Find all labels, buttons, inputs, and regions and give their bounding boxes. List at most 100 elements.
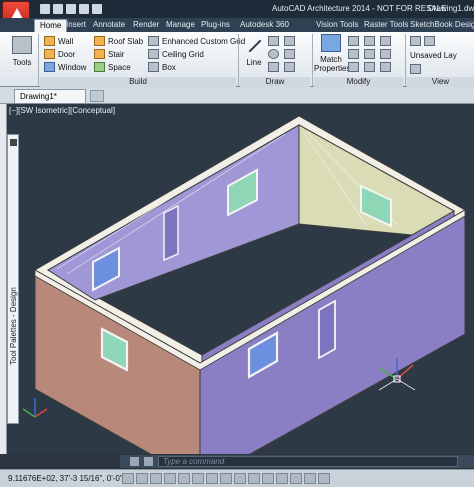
- quick-properties-icon[interactable]: [290, 473, 302, 484]
- gradient-button[interactable]: [284, 62, 295, 72]
- command-input[interactable]: Type a command: [158, 456, 458, 467]
- draw-panel-label: Draw: [240, 77, 310, 87]
- close-command-icon[interactable]: [130, 457, 139, 466]
- selection-cycling-icon[interactable]: [304, 473, 316, 484]
- status-bar: 9.11676E+02, 37'-3 15/16", 0'-0": [0, 469, 474, 487]
- annotation-monitor-icon[interactable]: [318, 473, 330, 484]
- scale-button[interactable]: [364, 62, 375, 72]
- mirror-button[interactable]: [364, 49, 375, 59]
- tab-autodesk-360[interactable]: Autodesk 360: [240, 20, 289, 29]
- undo-icon[interactable]: [79, 4, 89, 14]
- door-button[interactable]: Door: [44, 49, 75, 59]
- enhanced-custom-grid-button[interactable]: Enhanced Custom Grid: [148, 36, 245, 46]
- door-icon: [44, 49, 55, 59]
- fillet-button[interactable]: [380, 49, 391, 59]
- stretch-button[interactable]: [348, 62, 359, 72]
- otrack-icon[interactable]: [220, 473, 232, 484]
- status-toggle-group: [122, 473, 332, 486]
- redo-icon[interactable]: [92, 4, 102, 14]
- ceiling-grid-button[interactable]: Ceiling Grid: [148, 49, 204, 59]
- dynamic-input-icon[interactable]: [248, 473, 260, 484]
- array-button[interactable]: [380, 62, 391, 72]
- ducs-icon[interactable]: [234, 473, 246, 484]
- document-tab-drawing1[interactable]: Drawing1*: [14, 89, 86, 103]
- rotate-icon: [364, 36, 375, 46]
- window-button[interactable]: Window: [44, 62, 86, 72]
- copy-button[interactable]: [348, 49, 359, 59]
- roof-slab-button[interactable]: Roof Slab: [94, 36, 143, 46]
- tool-palette-title: Tool Palettes - Design: [9, 287, 18, 365]
- box-button[interactable]: Box: [148, 62, 176, 72]
- view-extra-button[interactable]: [410, 64, 421, 74]
- front-door-frame: [318, 299, 336, 360]
- tab-manage[interactable]: Manage: [166, 20, 195, 29]
- line-label: Line: [246, 58, 262, 67]
- ceiling-grid-icon: [148, 49, 159, 59]
- grid-display-icon[interactable]: [150, 473, 162, 484]
- hatch-icon: [284, 49, 295, 59]
- infer-constraints-icon[interactable]: [122, 473, 134, 484]
- layer-state-dropdown[interactable]: Unsaved Lay: [410, 51, 457, 60]
- space-button[interactable]: Space: [94, 62, 131, 72]
- rectangle-icon: [268, 62, 279, 72]
- window-title: AutoCAD Architecture 2014 - NOT FOR RESA…: [272, 4, 447, 13]
- panel-separator: [238, 34, 239, 86]
- file-name: Drawing1.dwg: [428, 4, 474, 13]
- polar-icon[interactable]: [178, 473, 190, 484]
- layer-tools-icon: [410, 64, 421, 74]
- command-history-icon[interactable]: [144, 457, 153, 466]
- tools-icon: [12, 36, 32, 54]
- copy-icon: [348, 49, 359, 59]
- line-button[interactable]: Line: [243, 36, 265, 67]
- trim-icon: [380, 36, 391, 46]
- tab-annotate[interactable]: Annotate: [93, 20, 125, 29]
- wall-icon: [44, 36, 55, 46]
- tab-render[interactable]: Render: [133, 20, 159, 29]
- rotate-button[interactable]: [364, 36, 375, 46]
- move-button[interactable]: [348, 36, 359, 46]
- modify-panel-label: Modify: [314, 77, 403, 87]
- panel-separator: [312, 34, 313, 86]
- match-properties-button[interactable]: Match Properties: [314, 34, 350, 73]
- rectangle-button[interactable]: [268, 62, 279, 72]
- stretch-icon: [348, 62, 359, 72]
- space-icon: [94, 62, 105, 72]
- transparency-icon[interactable]: [276, 473, 288, 484]
- new-tab-button[interactable]: [90, 90, 104, 102]
- hatch-button[interactable]: [284, 49, 295, 59]
- stair-button[interactable]: Stair: [94, 49, 124, 59]
- trim-button[interactable]: [380, 36, 391, 46]
- tool-palette-strip[interactable]: Tool Palettes - Design: [7, 134, 19, 424]
- space-label: Space: [108, 62, 131, 72]
- view-tool-button[interactable]: [410, 36, 435, 46]
- 3d-osnap-icon[interactable]: [206, 473, 218, 484]
- enhanced-custom-grid-label: Enhanced Custom Grid: [162, 36, 246, 46]
- ortho-icon[interactable]: [164, 473, 176, 484]
- tab-raster-tools[interactable]: Raster Tools: [364, 20, 408, 29]
- snap-icon[interactable]: [136, 473, 148, 484]
- tab-insert[interactable]: Insert: [66, 20, 86, 29]
- osnap-icon[interactable]: [192, 473, 204, 484]
- open-file-icon[interactable]: [53, 4, 63, 14]
- tab-home[interactable]: Home: [34, 19, 68, 32]
- door-label: Door: [58, 49, 76, 59]
- tab-plug-ins[interactable]: Plug-ins: [201, 20, 230, 29]
- new-file-icon[interactable]: [40, 4, 50, 14]
- lineweight-icon[interactable]: [262, 473, 274, 484]
- tab-vision-tools[interactable]: Vision Tools: [316, 20, 358, 29]
- wall-button[interactable]: Wall: [44, 36, 73, 46]
- drawing-viewport[interactable]: [−][SW Isometric][Conceptual]: [7, 104, 474, 454]
- tools-label: Tools: [12, 58, 32, 67]
- tools-button[interactable]: Tools: [8, 36, 36, 67]
- tab-sketchbook-designer[interactable]: SketchBook Designer: [410, 20, 474, 29]
- save-icon[interactable]: [66, 4, 76, 14]
- view-icon: [410, 36, 421, 46]
- ribbon-tab-bar: Home Insert Annotate Render Manage Plug-…: [0, 18, 474, 32]
- polyline-button[interactable]: [268, 36, 279, 46]
- circle-button[interactable]: [268, 49, 279, 59]
- polyline-icon: [268, 36, 279, 46]
- palette-close-icon[interactable]: [10, 139, 17, 146]
- arc-button[interactable]: [284, 36, 295, 46]
- arc-icon: [284, 36, 295, 46]
- stair-label: Stair: [108, 49, 125, 59]
